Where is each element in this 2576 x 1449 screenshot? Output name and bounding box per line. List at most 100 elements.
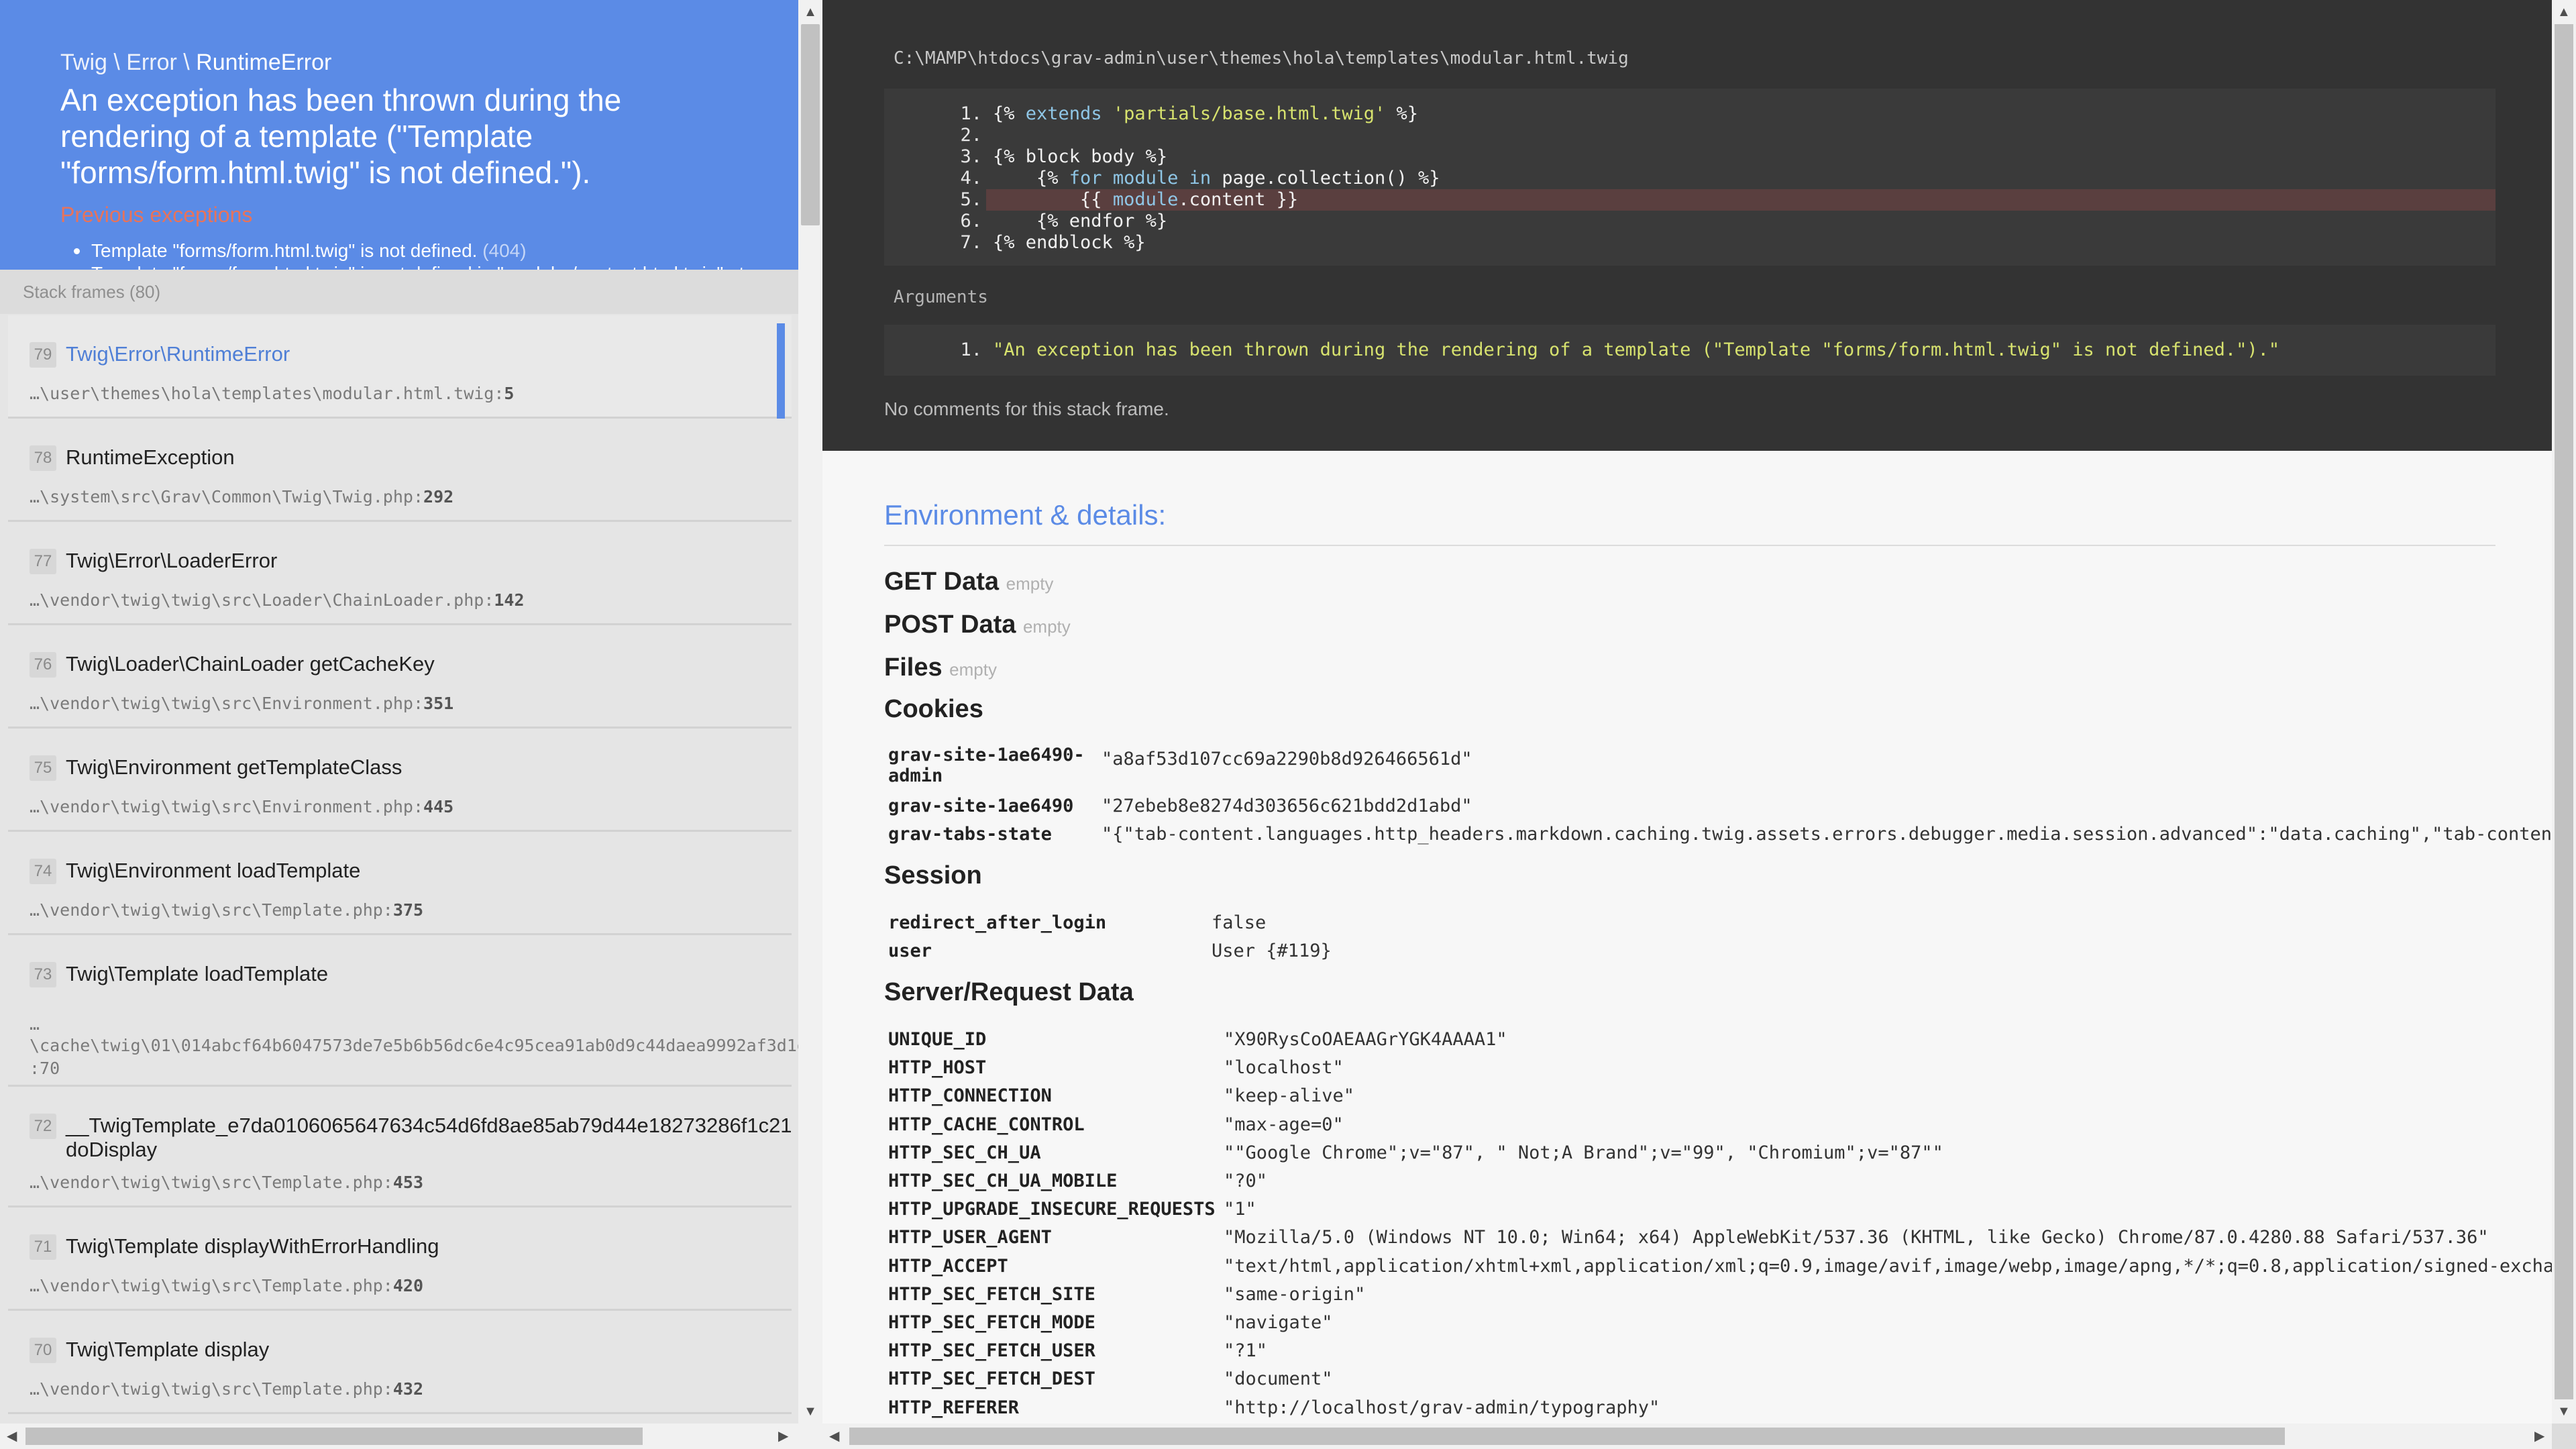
- exception-message: An exception has been thrown during the …: [60, 83, 622, 190]
- stack-frames-list: 79 Twig\Error\RuntimeError …\user\themes…: [0, 315, 798, 1414]
- server-value: "keep-alive": [1224, 1085, 1355, 1107]
- code-line: 3. {% block body %}: [960, 146, 1168, 167]
- frame-class: Twig\Error\RuntimeError: [66, 342, 290, 366]
- session-value: false: [1212, 912, 1267, 933]
- frame-file: …\vendor\twig\twig\src\Template.php:420: [30, 1276, 424, 1295]
- server-key: HTTP_UPGRADE_INSECURE_REQUESTS: [888, 1199, 1216, 1220]
- scroll-down-arrow-icon[interactable]: ▼: [798, 1399, 822, 1424]
- server-value: ""Google Chrome";v="87", " Not;A Brand";…: [1224, 1142, 1943, 1163]
- stack-frame-70[interactable]: 70 Twig\Template display …\vendor\twig\t…: [8, 1311, 792, 1414]
- frame-class: Twig\Error\LoaderError: [66, 549, 278, 572]
- server-key: HTTP_SEC_FETCH_USER: [888, 1340, 1095, 1362]
- server-key: HTTP_CONNECTION: [888, 1085, 1052, 1107]
- server-request-heading: Server/Request Data: [884, 978, 1134, 1006]
- session-value: User {#119}: [1212, 941, 1332, 961]
- scrollbar-thumb[interactable]: [2555, 24, 2573, 1399]
- right-horizontal-scrollbar[interactable]: ◀ ▶: [822, 1424, 2552, 1449]
- session-key: redirect_after_login: [888, 912, 1107, 933]
- left-vertical-scrollbar[interactable]: ▲ ▼: [798, 0, 822, 1424]
- scroll-down-arrow-icon[interactable]: ▼: [2557, 1399, 2571, 1424]
- server-value: "1": [1224, 1199, 1256, 1220]
- stack-frame-79[interactable]: 79 Twig\Error\RuntimeError …\user\themes…: [8, 315, 792, 425]
- previous-exception-code: (404): [482, 240, 527, 261]
- server-value: "X90RysCoOAEAAGrYGK4AAAA1": [1224, 1029, 1507, 1050]
- scroll-right-arrow-icon[interactable]: ▶: [2534, 1424, 2544, 1449]
- stack-frames-label: Stack frames (80): [0, 270, 798, 314]
- frame-class: RuntimeException: [66, 445, 235, 469]
- frame-index: 78: [30, 445, 56, 471]
- frame-class: Twig\Template display: [66, 1338, 270, 1361]
- stack-frame-76[interactable]: 76 Twig\Loader\ChainLoader getCacheKey ……: [8, 625, 792, 729]
- frame-class: Twig\Environment getTemplateClass: [66, 755, 402, 779]
- frame-file: …\user\themes\hola\templates\modular.htm…: [30, 384, 515, 403]
- code-viewer: C:\MAMP\htdocs\grav-admin\user\themes\ho…: [822, 0, 2552, 451]
- server-value: "localhost": [1224, 1057, 1344, 1079]
- frame-index: 74: [30, 859, 56, 884]
- previous-exceptions-title[interactable]: Previous exceptions: [60, 203, 252, 227]
- stack-frame-71[interactable]: 71 Twig\Template displayWithErrorHandlin…: [8, 1208, 792, 1311]
- get-data-heading: GET Data empty: [884, 568, 1054, 596]
- stack-frame-74[interactable]: 74 Twig\Environment loadTemplate …\vendo…: [8, 832, 792, 935]
- left-horizontal-scrollbar[interactable]: ◀ ▶: [0, 1424, 822, 1449]
- stack-frame-72[interactable]: 72 __TwigTemplate_e7da0106065647634c54d6…: [8, 1087, 792, 1208]
- server-value: "?0": [1224, 1171, 1268, 1191]
- scroll-up-arrow-icon[interactable]: ▲: [2557, 0, 2571, 24]
- previous-exceptions-list: Template "forms/form.html.twig" is not d…: [67, 240, 744, 270]
- scroll-left-arrow-icon[interactable]: ◀: [7, 1424, 17, 1449]
- frame-index: 73: [30, 962, 56, 987]
- stack-frame-78[interactable]: 78 RuntimeException …\system\src\Grav\Co…: [8, 419, 792, 522]
- server-key: HTTP_ACCEPT: [888, 1255, 1008, 1277]
- server-key: HTTP_HOST: [888, 1057, 987, 1079]
- frame-comments: No comments for this stack frame.: [884, 398, 1169, 419]
- cookie-value: "27ebeb8e8274d303656c621bdd2d1abd": [1102, 796, 1472, 816]
- cookie-value: "{"tab-content.languages.http_headers.ma…: [1102, 824, 2552, 845]
- frame-index: 70: [30, 1338, 56, 1363]
- scroll-left-arrow-icon[interactable]: ◀: [829, 1424, 839, 1449]
- code-file-path: C:\MAMP\htdocs\grav-admin\user\themes\ho…: [894, 48, 1629, 68]
- scroll-up-arrow-icon[interactable]: ▲: [798, 0, 822, 24]
- server-key: UNIQUE_ID: [888, 1029, 987, 1050]
- right-vertical-scrollbar[interactable]: ▲ ▼: [2552, 0, 2576, 1424]
- exception-namespace: Twig \ Error \: [60, 50, 197, 75]
- server-value: "max-age=0": [1224, 1114, 1344, 1135]
- code-line: 4. {% for module in page.collection() %}: [960, 168, 1440, 189]
- right-panel: C:\MAMP\htdocs\grav-admin\user\themes\ho…: [822, 0, 2552, 1424]
- stack-frame-77[interactable]: 77 Twig\Error\LoaderError …\vendor\twig\…: [8, 522, 792, 625]
- environment-details: Environment & details: GET Data empty PO…: [884, 499, 2552, 1418]
- previous-exception-text: Template "forms/form.html.twig" is not d…: [91, 240, 478, 261]
- exception-header: Twig \ Error \ RuntimeError An exception…: [0, 0, 798, 270]
- frame-index: 75: [30, 755, 56, 781]
- cookie-key: grav-site-1ae6490: [888, 796, 1074, 816]
- server-value: "same-origin": [1224, 1283, 1366, 1305]
- left-panel: Twig \ Error \ RuntimeError An exception…: [0, 0, 798, 1424]
- scrollbar-thumb[interactable]: [25, 1428, 643, 1445]
- cookies-heading: Cookies: [884, 695, 983, 723]
- scrollbar-thumb[interactable]: [849, 1428, 2285, 1445]
- frame-index: 79: [30, 342, 56, 368]
- stack-frame-75[interactable]: 75 Twig\Environment getTemplateClass …\v…: [8, 729, 792, 832]
- server-key: HTTP_SEC_CH_UA_MOBILE: [888, 1171, 1118, 1191]
- frame-file-prefix: …: [30, 1014, 40, 1034]
- scrollbar-corner: [2552, 1424, 2576, 1449]
- arguments-block: 1. "An exception has been thrown during …: [884, 325, 2496, 376]
- server-value: "http://localhost/grav-admin/typography": [1224, 1397, 1660, 1418]
- frame-class: Twig\Template displayWithErrorHandling: [66, 1234, 439, 1258]
- scrollbar-thumb[interactable]: [801, 24, 820, 225]
- frame-file: …\vendor\twig\twig\src\Environment.php:3…: [30, 694, 454, 713]
- frame-file: …\vendor\twig\twig\src\Environment.php:4…: [30, 797, 454, 816]
- session-heading: Session: [884, 861, 982, 890]
- stack-frame-73[interactable]: 73 Twig\Template loadTemplate … \cache\t…: [8, 935, 798, 1087]
- server-key: HTTP_SEC_CH_UA: [888, 1142, 1041, 1163]
- scroll-right-arrow-icon[interactable]: ▶: [778, 1424, 788, 1449]
- server-key: HTTP_CACHE_CONTROL: [888, 1114, 1085, 1135]
- frame-file: …\vendor\twig\twig\src\Template.php:375: [30, 900, 424, 920]
- server-key: HTTP_SEC_FETCH_MODE: [888, 1312, 1095, 1333]
- post-data-heading: POST Data empty: [884, 610, 1071, 639]
- server-value: "document": [1224, 1368, 1333, 1390]
- server-value: "?1": [1224, 1340, 1268, 1362]
- frame-file: …\vendor\twig\twig\src\Loader\ChainLoade…: [30, 590, 525, 610]
- server-value: "navigate": [1224, 1312, 1333, 1333]
- server-value: "Mozilla/5.0 (Windows NT 10.0; Win64; x6…: [1224, 1227, 2489, 1248]
- argument-index: 1.: [960, 339, 982, 360]
- frame-class: __TwigTemplate_e7da0106065647634c54d6fd8…: [66, 1114, 792, 1161]
